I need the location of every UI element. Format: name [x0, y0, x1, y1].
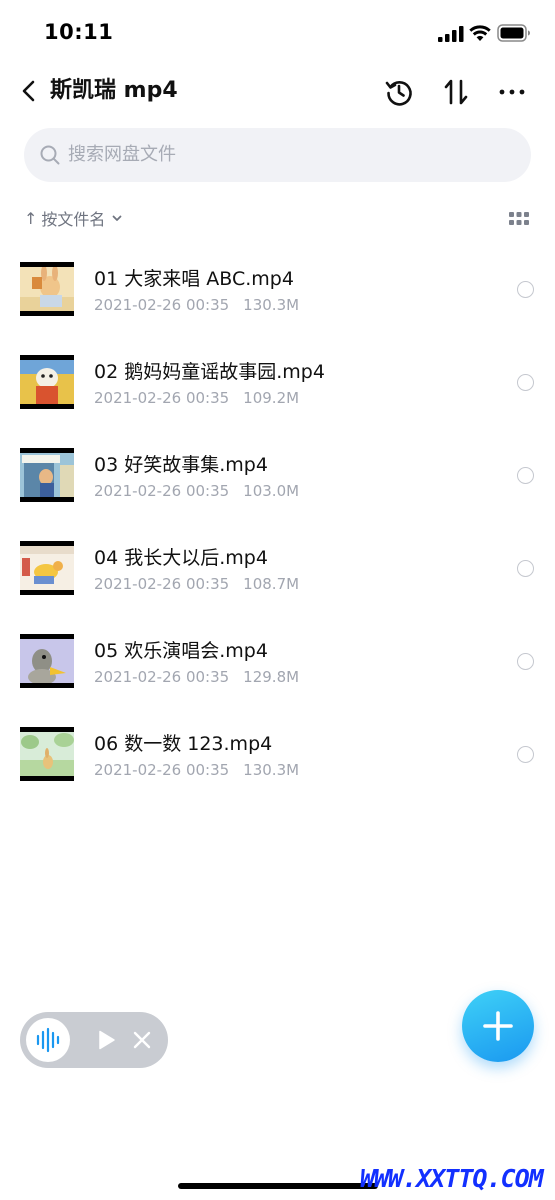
file-date: 2021-02-26 00:35: [94, 296, 230, 314]
file-name: 05 欢乐演唱会.mp4: [94, 640, 268, 662]
thumbnail-image: [20, 453, 74, 497]
video-thumbnail: [20, 355, 74, 409]
back-icon: [22, 80, 35, 102]
file-row[interactable]: 01 大家来唱 ABC.mp4 2021-02-26 00:35 130.3M: [0, 240, 555, 333]
file-meta: 2021-02-26 00:35 103.0M: [94, 481, 299, 501]
thumbnail-image: [20, 267, 74, 311]
file-row[interactable]: 03 好笑故事集.mp4 2021-02-26 00:35 103.0M: [0, 426, 555, 519]
grid-view-icon[interactable]: [508, 208, 530, 230]
page-title: 斯凯瑞 mp4: [50, 78, 178, 103]
file-row[interactable]: 06 数一数 123.mp4 2021-02-26 00:35 130.3M: [0, 705, 555, 798]
video-thumbnail: [20, 634, 74, 688]
battery-icon: [497, 24, 530, 42]
file-size: 130.3M: [243, 761, 300, 779]
file-date: 2021-02-26 00:35: [94, 668, 230, 686]
chevron-down-icon: [113, 215, 122, 221]
file-row[interactable]: 04 我长大以后.mp4 2021-02-26 00:35 108.7M: [0, 519, 555, 612]
select-checkbox[interactable]: [517, 374, 534, 391]
sort-by-name-toggle[interactable]: ↑ 按文件名: [24, 204, 123, 232]
file-date: 2021-02-26 00:35: [94, 575, 230, 593]
select-checkbox[interactable]: [517, 467, 534, 484]
video-thumbnail: [20, 541, 74, 595]
file-size: 103.0M: [243, 482, 300, 500]
sort-icon: [444, 79, 468, 105]
sort-row: ↑ 按文件名: [24, 204, 534, 234]
sort-button[interactable]: [439, 75, 473, 109]
file-meta: 2021-02-26 00:35 109.2M: [94, 388, 299, 408]
file-meta: 2021-02-26 00:35 129.8M: [94, 667, 299, 687]
file-row[interactable]: 02 鹅妈妈童谣故事园.mp4 2021-02-26 00:35 109.2M: [0, 333, 555, 426]
sort-direction-icon: ↑: [24, 208, 38, 228]
close-icon[interactable]: [130, 1028, 154, 1052]
wifi-icon: [469, 25, 491, 41]
file-date: 2021-02-26 00:35: [94, 761, 230, 779]
history-button[interactable]: [382, 75, 416, 109]
file-size: 129.8M: [243, 668, 300, 686]
video-thumbnail: [20, 262, 74, 316]
file-date: 2021-02-26 00:35: [94, 482, 230, 500]
search-input[interactable]: 搜索网盘文件: [24, 128, 531, 182]
file-name: 04 我长大以后.mp4: [94, 547, 268, 569]
file-row[interactable]: 05 欢乐演唱会.mp4 2021-02-26 00:35 129.8M: [0, 612, 555, 705]
thumbnail-image: [20, 639, 74, 683]
file-size: 130.3M: [243, 296, 300, 314]
mini-player: [20, 1012, 168, 1068]
file-list: 01 大家来唱 ABC.mp4 2021-02-26 00:35 130.3M 0…: [0, 240, 555, 798]
audio-button[interactable]: [26, 1018, 70, 1062]
status-time: 10:11: [44, 20, 114, 44]
select-checkbox[interactable]: [517, 653, 534, 670]
file-meta: 2021-02-26 00:35 108.7M: [94, 574, 299, 594]
thumbnail-image: [20, 732, 74, 776]
watermark: WWW.XXTTQ.COM: [360, 1164, 544, 1193]
select-checkbox[interactable]: [517, 746, 534, 763]
status-bar: 10:11: [0, 0, 555, 64]
video-thumbnail: [20, 448, 74, 502]
more-icon: [499, 89, 525, 95]
nav-bar: 斯凯瑞 mp4: [0, 66, 555, 118]
file-name: 03 好笑故事集.mp4: [94, 454, 268, 476]
home-indicator: [178, 1183, 378, 1189]
file-size: 109.2M: [243, 389, 300, 407]
history-icon: [385, 81, 412, 106]
file-meta: 2021-02-26 00:35 130.3M: [94, 295, 299, 315]
file-name: 01 大家来唱 ABC.mp4: [94, 268, 294, 290]
more-button[interactable]: [495, 75, 529, 109]
play-icon[interactable]: [94, 1028, 118, 1052]
add-button[interactable]: [462, 990, 534, 1062]
select-checkbox[interactable]: [517, 281, 534, 298]
file-date: 2021-02-26 00:35: [94, 389, 230, 407]
thumbnail-image: [20, 360, 74, 404]
back-button[interactable]: [14, 76, 44, 106]
plus-icon: [483, 1011, 513, 1041]
select-checkbox[interactable]: [517, 560, 534, 577]
sort-label: 按文件名: [41, 210, 106, 229]
file-name: 06 数一数 123.mp4: [94, 733, 273, 755]
search-icon: [40, 145, 60, 165]
file-name: 02 鹅妈妈童谣故事园.mp4: [94, 361, 325, 383]
file-meta: 2021-02-26 00:35 130.3M: [94, 760, 299, 780]
signal-icon: [438, 26, 464, 42]
video-thumbnail: [20, 727, 74, 781]
search-placeholder: 搜索网盘文件: [68, 144, 176, 165]
audio-wave-icon: [36, 1027, 60, 1053]
thumbnail-image: [20, 546, 74, 590]
file-size: 108.7M: [243, 575, 300, 593]
